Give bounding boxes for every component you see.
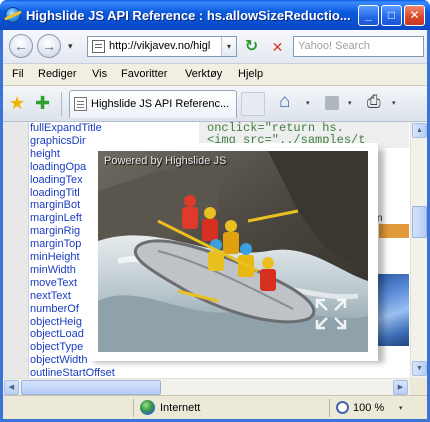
menu-help[interactable]: Hjelp bbox=[238, 68, 263, 80]
zoom-icon[interactable] bbox=[336, 401, 349, 414]
navigation-bar: ← → ▾ http://vikjavev.no/higl ▾ ↻ ✕ Yaho… bbox=[3, 30, 427, 64]
sidebar-link[interactable]: objectLoad bbox=[30, 328, 84, 341]
internet-explorer-icon bbox=[5, 7, 21, 23]
highslide-popup[interactable]: Powered by Highslide JS bbox=[88, 143, 378, 361]
scroll-down-button[interactable]: ▼ bbox=[412, 361, 427, 376]
add-favorite-icon[interactable]: ✚ bbox=[35, 94, 50, 112]
sidebar-link[interactable]: marginBot bbox=[30, 199, 80, 212]
zoom-level[interactable]: 100 % bbox=[353, 402, 384, 414]
horizontal-scrollbar[interactable]: ◀ ▶ bbox=[3, 378, 410, 395]
sidebar-link[interactable]: objectHeig bbox=[30, 316, 82, 329]
rafting-photo[interactable]: Powered by Highslide JS bbox=[98, 151, 368, 352]
home-dropdown-icon[interactable]: ▾ bbox=[306, 99, 310, 107]
status-bar: Internett 100 % ▾ bbox=[3, 395, 427, 419]
page-icon bbox=[74, 97, 87, 111]
expand-icon[interactable] bbox=[314, 297, 348, 331]
scroll-up-button[interactable]: ▲ bbox=[412, 123, 427, 138]
horizontal-scroll-thumb[interactable] bbox=[21, 380, 161, 395]
status-divider bbox=[329, 399, 330, 417]
home-icon[interactable]: ⌂ bbox=[279, 92, 290, 112]
stop-icon[interactable]: ✕ bbox=[267, 37, 288, 57]
close-button[interactable]: ✕ bbox=[404, 5, 425, 26]
security-zone: Internett bbox=[160, 402, 201, 414]
sidebar-link[interactable]: loadingTitl bbox=[30, 187, 80, 200]
address-bar[interactable]: http://vikjavev.no/higl ▾ bbox=[87, 36, 237, 57]
scroll-left-button[interactable]: ◀ bbox=[4, 380, 19, 395]
favorites-star-icon[interactable]: ★ bbox=[9, 94, 25, 112]
sidebar-link[interactable]: outlineStartOffset bbox=[30, 367, 115, 378]
sidebar-link[interactable]: nextText bbox=[30, 290, 71, 303]
sidebar-link[interactable]: numberOf bbox=[30, 303, 79, 316]
sidebar-link[interactable]: fullExpandTitle bbox=[30, 122, 102, 135]
sidebar-link[interactable]: minWidth bbox=[30, 264, 76, 277]
sidebar-link[interactable]: moveText bbox=[30, 277, 77, 290]
address-dropdown-icon[interactable]: ▾ bbox=[221, 37, 236, 56]
vertical-scroll-thumb[interactable] bbox=[412, 206, 427, 238]
sidebar-link[interactable]: loadingOpa bbox=[30, 161, 86, 174]
menu-view[interactable]: Vis bbox=[92, 68, 107, 80]
globe-icon bbox=[140, 400, 155, 415]
tab-label: Highslide JS API Referenc... bbox=[91, 98, 230, 110]
history-dropdown-icon[interactable]: ▾ bbox=[68, 41, 73, 52]
refresh-icon[interactable]: ↻ bbox=[241, 37, 262, 57]
tab-api-reference[interactable]: Highslide JS API Referenc... bbox=[69, 90, 237, 118]
sidebar-link[interactable]: height bbox=[30, 148, 60, 161]
search-input[interactable]: Yahoo! Search bbox=[293, 36, 424, 57]
menu-tools[interactable]: Verktøy bbox=[185, 68, 222, 80]
sidebar-link[interactable]: marginRig bbox=[30, 225, 80, 238]
sidebar-gutter bbox=[3, 122, 29, 378]
status-divider bbox=[133, 399, 134, 417]
page-icon bbox=[92, 40, 105, 53]
scrollbar-corner bbox=[410, 378, 427, 395]
sidebar-link[interactable]: loadingTex bbox=[30, 174, 83, 187]
menu-bar: Fil Rediger Vis Favoritter Verktøy Hjelp bbox=[3, 64, 427, 86]
scroll-right-button[interactable]: ▶ bbox=[393, 380, 408, 395]
highslide-credit[interactable]: Powered by Highslide JS bbox=[104, 155, 226, 167]
sidebar-link[interactable]: minHeight bbox=[30, 251, 80, 264]
maximize-button[interactable]: □ bbox=[381, 5, 402, 26]
vertical-scrollbar[interactable]: ▲ ▼ bbox=[410, 122, 427, 378]
browser-window: Highslide JS API Reference : hs.allowSiz… bbox=[0, 0, 430, 422]
tab-bar: ★ ✚ Highslide JS API Referenc... ⌂ ▾ ▾ ⎙… bbox=[3, 86, 427, 122]
address-input[interactable]: http://vikjavev.no/higl bbox=[109, 40, 219, 52]
feeds-icon[interactable] bbox=[325, 96, 339, 110]
sidebar-link[interactable]: objectWidth bbox=[30, 354, 87, 367]
sidebar-link[interactable]: marginLeft bbox=[30, 212, 82, 225]
menu-favorites[interactable]: Favoritter bbox=[121, 68, 167, 80]
zoom-dropdown-icon[interactable]: ▾ bbox=[399, 404, 403, 412]
sidebar-link[interactable]: objectType bbox=[30, 341, 83, 354]
new-tab-button[interactable] bbox=[241, 92, 265, 116]
menu-edit[interactable]: Rediger bbox=[38, 68, 77, 80]
forward-button[interactable]: → bbox=[37, 34, 61, 58]
menu-file[interactable]: Fil bbox=[12, 68, 24, 80]
minimize-button[interactable]: _ bbox=[358, 5, 379, 26]
print-icon[interactable]: ⎙ bbox=[367, 92, 381, 112]
back-button[interactable]: ← bbox=[9, 34, 33, 58]
sidebar-link[interactable]: marginTop bbox=[30, 238, 81, 251]
feeds-dropdown-icon[interactable]: ▾ bbox=[348, 99, 352, 107]
toolbar-divider bbox=[61, 92, 62, 116]
sidebar-link[interactable]: graphicsDir bbox=[30, 135, 86, 148]
print-dropdown-icon[interactable]: ▾ bbox=[392, 99, 396, 107]
title-bar: Highslide JS API Reference : hs.allowSiz… bbox=[0, 0, 430, 30]
window-title: Highslide JS API Reference : hs.allowSiz… bbox=[26, 8, 351, 23]
